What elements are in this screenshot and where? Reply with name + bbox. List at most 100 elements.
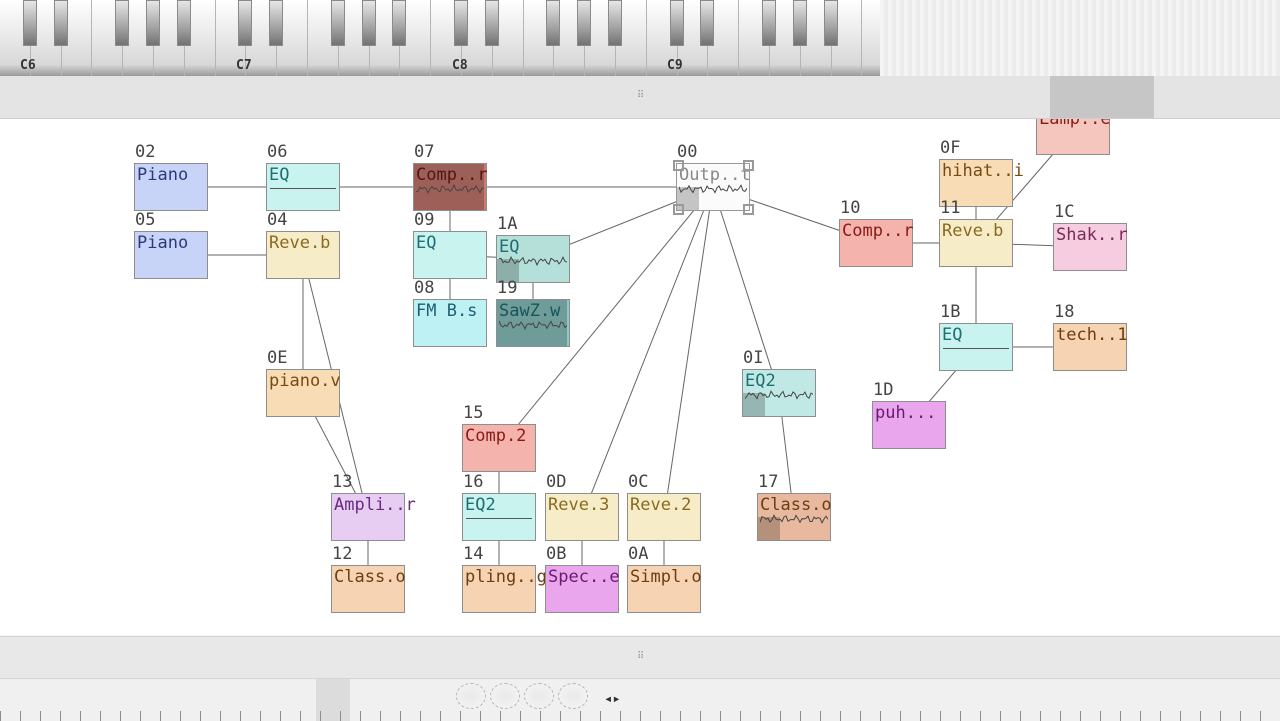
timeline-ruler[interactable]: ◂▸ bbox=[0, 678, 1280, 721]
selection-handle[interactable] bbox=[673, 160, 684, 171]
black-key[interactable] bbox=[823, 0, 838, 46]
node-id: 0C bbox=[628, 472, 649, 492]
octave-label-c8: C8 bbox=[452, 58, 468, 73]
mixer-node[interactable]: Spec..e bbox=[545, 565, 620, 613]
mixer-node[interactable]: puh... bbox=[872, 401, 946, 449]
mixer-node[interactable]: SawZ.w bbox=[496, 299, 570, 347]
mixer-node[interactable]: tech..1 bbox=[1053, 323, 1128, 371]
mixer-node[interactable]: EQ2 bbox=[742, 369, 816, 417]
loop-marker-icon[interactable] bbox=[524, 683, 554, 709]
routing-canvas[interactable]: 02 Piano 05 Piano 06 EQ 04 Reve.b 0E piano.v 13 Amp… bbox=[0, 119, 1280, 635]
mixer-node[interactable]: Outp..t bbox=[673, 160, 754, 215]
level-meter bbox=[466, 518, 532, 519]
mixer-node[interactable]: EQ bbox=[413, 231, 487, 279]
black-key[interactable] bbox=[269, 0, 284, 46]
black-key[interactable] bbox=[546, 0, 561, 46]
selection-handle[interactable] bbox=[673, 204, 684, 215]
level-meter bbox=[943, 348, 1009, 349]
black-key[interactable] bbox=[392, 0, 407, 46]
black-key[interactable] bbox=[577, 0, 592, 46]
black-key[interactable] bbox=[146, 0, 160, 46]
loop-marker-icon[interactable] bbox=[558, 683, 588, 709]
connection-wire bbox=[581, 186, 714, 518]
node-id: 1C bbox=[1054, 202, 1075, 222]
black-key[interactable] bbox=[762, 0, 776, 46]
node-label: Class.o bbox=[334, 567, 406, 587]
node-label: puh... bbox=[875, 403, 937, 423]
node-id: 09 bbox=[414, 210, 435, 230]
mixer-node[interactable]: EQ bbox=[496, 235, 570, 283]
black-key[interactable] bbox=[176, 0, 191, 46]
node-label: Piano bbox=[137, 233, 189, 253]
mixer-node[interactable]: Shak..r bbox=[1053, 223, 1128, 271]
splitter-grip-icon[interactable]: ⠿ bbox=[637, 90, 644, 101]
node-id: 0D bbox=[546, 472, 567, 492]
node-label: Comp..r bbox=[842, 221, 914, 241]
connection-wire bbox=[663, 186, 714, 518]
piano-keyboard[interactable]: C6 C7 C8 C9 bbox=[0, 0, 880, 76]
horizontal-scrollbar[interactable]: ⠿ bbox=[0, 76, 1280, 119]
black-key[interactable] bbox=[608, 0, 622, 46]
mixer-node[interactable]: Reve.3 bbox=[545, 493, 619, 541]
mixer-node[interactable]: Class.o bbox=[757, 493, 832, 541]
mixer-node[interactable]: Reve.b bbox=[939, 219, 1013, 267]
black-key[interactable] bbox=[454, 0, 468, 46]
node-label: EQ2 bbox=[465, 495, 496, 515]
node-id: 13 bbox=[332, 472, 353, 492]
octave-label-c6: C6 bbox=[20, 58, 36, 73]
black-key[interactable] bbox=[115, 0, 130, 46]
splitter-grip-icon-bottom[interactable]: ⠿ bbox=[637, 651, 644, 662]
black-key[interactable] bbox=[669, 0, 684, 46]
waveform-scope bbox=[679, 184, 747, 194]
black-key[interactable] bbox=[484, 0, 499, 46]
black-key[interactable] bbox=[238, 0, 253, 46]
node-id: 15 bbox=[463, 403, 484, 423]
node-id: 04 bbox=[267, 210, 288, 230]
black-key[interactable] bbox=[22, 0, 37, 46]
mixer-node[interactable]: EQ bbox=[266, 163, 340, 211]
mixer-node[interactable]: Comp..r bbox=[413, 163, 488, 211]
mixer-node[interactable]: Reve.2 bbox=[627, 493, 701, 541]
mixer-node[interactable]: Comp.2 bbox=[462, 424, 536, 472]
mixer-node[interactable]: Ampli..r bbox=[331, 493, 416, 541]
waveform-scope bbox=[760, 514, 828, 525]
node-id: 1A bbox=[497, 214, 518, 234]
mixer-node[interactable]: FM B.s bbox=[413, 299, 487, 347]
node-id: 14 bbox=[463, 544, 484, 564]
mixer-node[interactable]: EQ bbox=[939, 323, 1013, 371]
mixer-node[interactable]: Reve.b bbox=[266, 231, 340, 279]
node-id: 08 bbox=[414, 278, 435, 298]
mixer-node[interactable]: EQ2 bbox=[462, 493, 536, 541]
scrollbar-thumb[interactable] bbox=[1050, 76, 1154, 118]
mixer-node[interactable]: Piano bbox=[134, 231, 208, 279]
node-label: pling..g bbox=[465, 567, 547, 587]
node-label: Reve.b bbox=[942, 221, 1004, 241]
panel-splitter[interactable]: ⠿ bbox=[0, 636, 1280, 679]
node-id: 0A bbox=[628, 544, 649, 564]
selection-handle[interactable] bbox=[743, 160, 754, 171]
mixer-node[interactable]: Comp..r bbox=[839, 219, 914, 267]
selection-handle[interactable] bbox=[743, 204, 754, 215]
node-id: 1D bbox=[873, 380, 894, 400]
mixer-node[interactable]: Lamp..e bbox=[1036, 119, 1111, 155]
mixer-node[interactable]: piano.v bbox=[266, 369, 341, 417]
node-id: 07 bbox=[414, 142, 435, 162]
waveform-scope bbox=[416, 183, 484, 195]
node-id: 12 bbox=[332, 544, 353, 564]
node-label: tech..1 bbox=[1056, 325, 1128, 345]
loop-marker-icon[interactable] bbox=[490, 683, 520, 709]
mixer-node[interactable]: pling..g bbox=[462, 565, 547, 613]
mixer-node[interactable]: Simpl.o bbox=[627, 565, 702, 613]
black-key[interactable] bbox=[700, 0, 715, 46]
loop-marker-icon[interactable] bbox=[456, 683, 486, 709]
black-key[interactable] bbox=[361, 0, 376, 46]
octave-label-c7: C7 bbox=[236, 58, 252, 73]
mixer-node[interactable]: Class.o bbox=[331, 565, 406, 613]
playhead-icon[interactable]: ◂▸ bbox=[604, 691, 621, 707]
black-key[interactable] bbox=[53, 0, 68, 46]
node-label: piano.v bbox=[269, 371, 341, 391]
black-key[interactable] bbox=[792, 0, 807, 46]
mixer-node[interactable]: Piano bbox=[134, 163, 208, 211]
black-key[interactable] bbox=[330, 0, 345, 46]
white-key[interactable] bbox=[862, 0, 880, 76]
